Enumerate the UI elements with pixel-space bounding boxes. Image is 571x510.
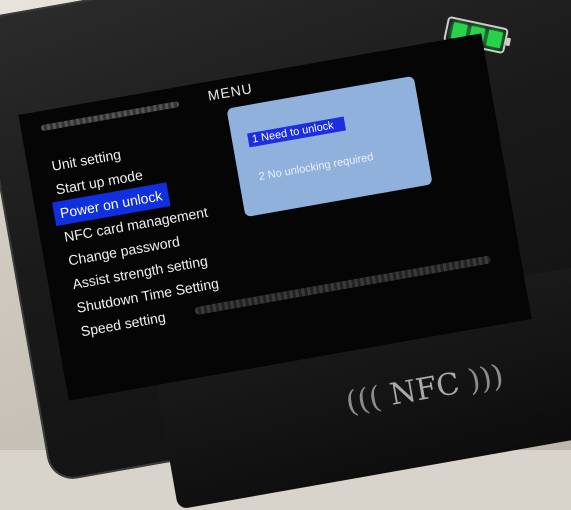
- nfc-waves-icon: (((: [343, 380, 384, 421]
- battery-cell: [486, 29, 504, 49]
- menu-title: MENU: [206, 80, 254, 104]
- option-need-to-unlock[interactable]: 1 Need to unlock: [247, 116, 347, 148]
- option-no-unlocking-required[interactable]: 2 No unlocking required: [254, 149, 379, 184]
- nfc-waves-icon: ))): [465, 358, 507, 399]
- submenu-panel: 1 Need to unlock 2 No unlocking required: [226, 75, 433, 218]
- screen-bottom-bar: [194, 255, 492, 316]
